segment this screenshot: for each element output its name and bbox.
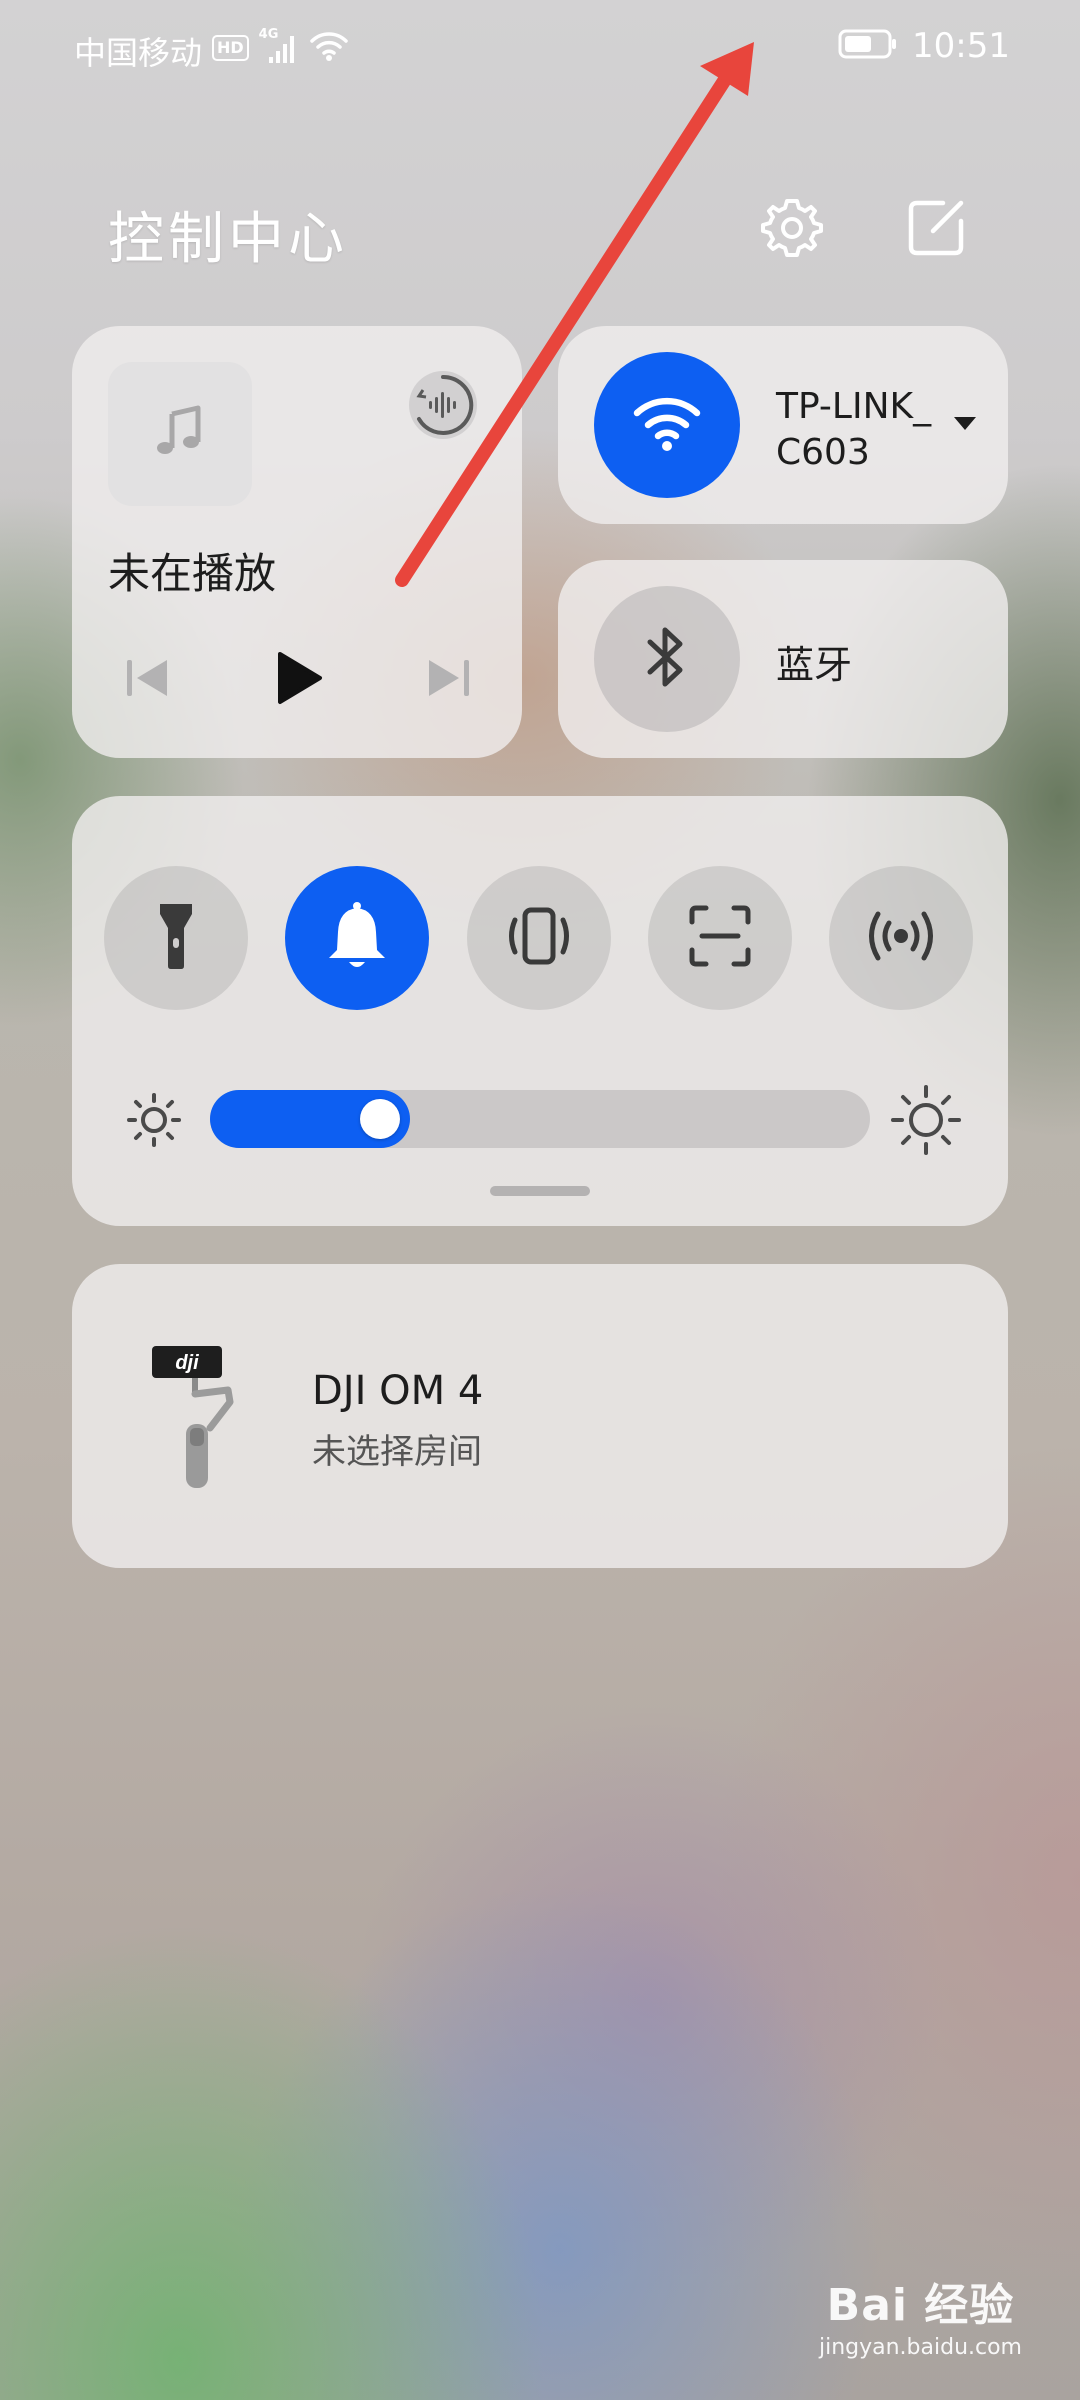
vibrate-icon bbox=[503, 904, 575, 972]
brightness-thumb[interactable] bbox=[360, 1099, 400, 1139]
hotspot-toggle[interactable] bbox=[829, 866, 973, 1010]
previous-button[interactable] bbox=[116, 648, 180, 712]
brightness-slider[interactable] bbox=[210, 1090, 870, 1148]
bluetooth-icon bbox=[642, 622, 692, 696]
brightness-low-icon bbox=[126, 1092, 182, 1148]
hotspot-icon bbox=[865, 908, 937, 968]
wifi-card[interactable]: TP-LINK_C603 bbox=[558, 326, 1008, 524]
flashlight-toggle[interactable] bbox=[104, 866, 248, 1010]
signal-icon: 4G bbox=[259, 27, 299, 65]
gear-icon bbox=[759, 195, 825, 265]
quick-toggles-card bbox=[72, 796, 1008, 1226]
wifi-toggle[interactable] bbox=[594, 352, 740, 498]
page-title: 控制中心 bbox=[108, 207, 348, 272]
screenshot-toggle[interactable] bbox=[648, 866, 792, 1010]
settings-button[interactable] bbox=[754, 192, 830, 268]
clock: 10:51 bbox=[912, 26, 1010, 66]
hd-badge: HD bbox=[212, 35, 249, 61]
device-room: 未选择房间 bbox=[312, 1432, 482, 1472]
next-icon bbox=[423, 656, 473, 704]
media-title: 未在播放 bbox=[108, 549, 277, 598]
audio-output-button[interactable] bbox=[408, 370, 478, 440]
watermark-url: jingyan.baidu.com bbox=[818, 2335, 1022, 2360]
flashlight-icon bbox=[156, 900, 196, 976]
audio-output-icon bbox=[408, 371, 478, 444]
edit-icon bbox=[903, 195, 969, 265]
battery-icon bbox=[838, 28, 898, 64]
baidu-jingyan-watermark: Bai 经验 jingyan.baidu.com bbox=[819, 2269, 1022, 2360]
wifi-status-icon bbox=[309, 30, 349, 66]
bell-icon bbox=[325, 900, 389, 976]
carrier-label: 中国移动 bbox=[74, 34, 203, 72]
screenshot-icon bbox=[688, 904, 752, 972]
bluetooth-toggle[interactable] bbox=[594, 586, 740, 732]
ringtone-toggle[interactable] bbox=[285, 866, 429, 1010]
album-art bbox=[108, 362, 252, 506]
gimbal-device-image: dji bbox=[150, 1342, 250, 1492]
device-card[interactable]: dji DJI OM 4 未选择房间 bbox=[72, 1264, 1008, 1568]
previous-icon bbox=[123, 656, 173, 704]
watermark-logo: Bai 经验 bbox=[826, 2280, 1015, 2331]
wifi-icon bbox=[631, 393, 703, 457]
bluetooth-label: 蓝牙 bbox=[776, 643, 853, 687]
play-icon bbox=[270, 650, 326, 710]
edit-button[interactable] bbox=[898, 192, 974, 268]
dji-logo: dji bbox=[175, 1352, 199, 1374]
music-note-icon bbox=[150, 402, 210, 466]
vibrate-toggle[interactable] bbox=[467, 866, 611, 1010]
expand-handle[interactable] bbox=[490, 1186, 590, 1196]
bluetooth-card[interactable]: 蓝牙 bbox=[558, 560, 1008, 758]
chevron-down-icon[interactable] bbox=[952, 414, 978, 432]
status-bar: 中国移动 HD 4G 10:51 bbox=[0, 0, 1080, 92]
media-card[interactable]: 未在播放 bbox=[72, 326, 522, 758]
next-button[interactable] bbox=[416, 648, 480, 712]
brightness-high-icon bbox=[890, 1084, 962, 1156]
wifi-network-name: TP-LINK_C603 bbox=[776, 386, 932, 473]
device-name: DJI OM 4 bbox=[312, 1368, 484, 1414]
play-button[interactable] bbox=[266, 648, 330, 712]
